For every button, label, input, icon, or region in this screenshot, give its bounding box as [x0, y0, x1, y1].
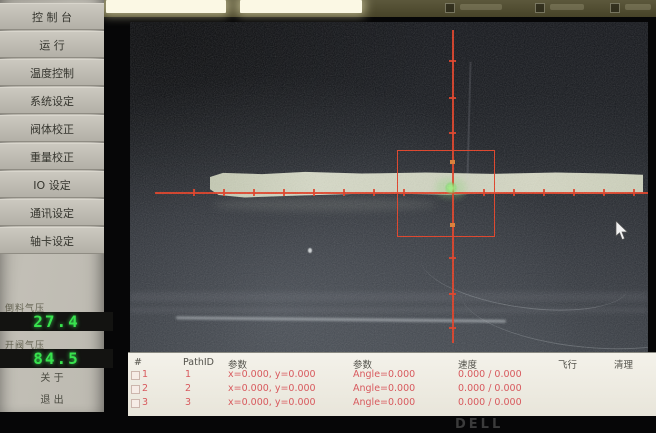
toolbar-label-smudge	[625, 4, 651, 10]
crosshair-tick	[573, 189, 575, 196]
crosshair-tick	[313, 189, 315, 196]
crosshair-tick	[343, 189, 345, 196]
col-header-index: #	[134, 357, 142, 368]
crosshair-tick	[513, 189, 515, 196]
cell-index: 3	[142, 397, 148, 408]
crosshair-tick	[633, 189, 635, 196]
row-checkbox[interactable]	[131, 371, 140, 380]
feed-pressure-readout: 27.4	[0, 312, 113, 331]
crosshair-tick	[193, 189, 195, 196]
top-toolbar	[100, 0, 656, 17]
sidebar-item-valve-calibration[interactable]: 阀体校正	[0, 115, 104, 142]
monitor-brand-logo: DELL	[455, 417, 503, 432]
sidebar-item-io-settings[interactable]: IO 设定	[0, 171, 104, 198]
mouse-cursor-icon	[615, 221, 629, 241]
sidebar-item-run[interactable]: 运 行	[0, 31, 104, 58]
cell-speed: 0.000 / 0.000	[458, 369, 522, 380]
cell-xy: x=0.000, y=0.000	[228, 383, 316, 394]
roi-selection-box[interactable]	[397, 150, 495, 237]
col-header-pathid: PathID	[183, 357, 214, 368]
toolbar-checkbox-icon[interactable]	[610, 3, 620, 13]
crosshair-tick	[449, 97, 456, 99]
crosshair-tick	[449, 60, 456, 62]
toolbar-label-smudge	[460, 4, 502, 10]
cell-xy: x=0.000, y=0.000	[228, 397, 316, 408]
sidebar-item-weight-calibration[interactable]: 重量校正	[0, 143, 104, 170]
cell-angle: Angle=0.000	[353, 383, 415, 394]
row-checkbox[interactable]	[131, 385, 140, 394]
crosshair-tick	[449, 257, 456, 259]
crosshair-tick	[223, 189, 225, 196]
col-header-flight: 飞行	[558, 357, 577, 371]
sidebar-item-temp-control[interactable]: 温度控制	[0, 59, 104, 86]
machine-control-screen: 控 制 台 运 行 温度控制 系统设定 阀体校正 重量校正 IO 设定 通讯设定…	[0, 0, 656, 433]
cell-speed: 0.000 / 0.000	[458, 397, 522, 408]
toolbar-bright-button-1[interactable]	[106, 0, 226, 13]
crosshair-tick	[449, 293, 456, 295]
path-table: # PathID 参数 参数 速度 飞行 清理 1 1 x=0.000, y=0…	[128, 352, 656, 416]
cell-index: 1	[142, 369, 148, 380]
crosshair-tick	[283, 189, 285, 196]
sidebar-item-system-settings[interactable]: 系统设定	[0, 87, 104, 114]
crosshair-tick	[603, 189, 605, 196]
toolbar-label-smudge	[550, 4, 584, 10]
about-button[interactable]: 关 于	[0, 371, 104, 387]
toolbar-checkbox-icon[interactable]	[535, 3, 545, 13]
cell-xy: x=0.000, y=0.000	[228, 369, 316, 380]
crosshair-tick	[373, 189, 375, 196]
cell-pathid: 3	[185, 397, 191, 408]
crosshair-tick	[543, 189, 545, 196]
crosshair-tick	[449, 327, 456, 329]
sidebar-item-console[interactable]: 控 制 台	[0, 3, 104, 30]
camera-view[interactable]	[130, 22, 648, 352]
exit-button[interactable]: 退 出	[0, 393, 104, 409]
row-checkbox[interactable]	[131, 399, 140, 408]
fixture-edge-line	[176, 316, 506, 322]
col-header-clean: 清理	[614, 357, 633, 371]
cell-pathid: 2	[185, 383, 191, 394]
cell-pathid: 1	[185, 369, 191, 380]
crosshair-tick	[253, 189, 255, 196]
sidebar-item-axis-settings[interactable]: 轴卡设定	[0, 227, 104, 254]
crosshair-tick	[449, 132, 456, 134]
cell-speed: 0.000 / 0.000	[458, 383, 522, 394]
cell-angle: Angle=0.000	[353, 369, 415, 380]
cell-angle: Angle=0.000	[353, 397, 415, 408]
valve-open-pressure-readout: 84.5	[0, 349, 113, 368]
toolbar-bright-button-2[interactable]	[240, 0, 362, 13]
toolbar-checkbox-icon[interactable]	[445, 3, 455, 13]
cell-index: 2	[142, 383, 148, 394]
sidebar-item-comm-settings[interactable]: 通讯设定	[0, 199, 104, 226]
sidebar: 控 制 台 运 行 温度控制 系统设定 阀体校正 重量校正 IO 设定 通讯设定…	[0, 0, 104, 412]
dust-speck	[308, 248, 312, 253]
